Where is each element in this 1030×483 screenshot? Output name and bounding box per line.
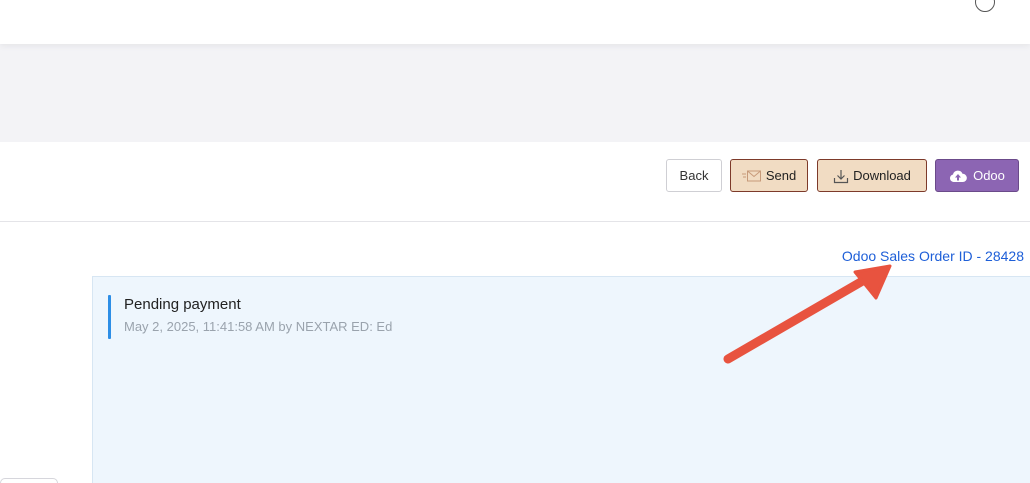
send-button-label: Send bbox=[765, 168, 797, 183]
odoo-button[interactable]: Odoo bbox=[935, 159, 1019, 192]
odoo-button-label: Odoo bbox=[973, 168, 1005, 183]
back-button[interactable]: Back bbox=[666, 159, 722, 192]
download-button-label: Download bbox=[853, 168, 911, 183]
download-icon bbox=[833, 168, 849, 184]
activity-meta: May 2, 2025, 11:41:58 AM by NEXTAR ED: E… bbox=[124, 319, 393, 334]
cloud-upload-icon bbox=[949, 169, 967, 183]
activity-panel: Pending payment May 2, 2025, 11:41:58 AM… bbox=[92, 276, 1030, 483]
odoo-sales-order-link[interactable]: Odoo Sales Order ID - 28428 bbox=[842, 248, 1024, 264]
help-icon[interactable] bbox=[975, 0, 995, 12]
activity-status-bar bbox=[108, 295, 111, 339]
send-button[interactable]: Send bbox=[730, 159, 808, 192]
page: Back Send Download Odoo Odoo Sales Order… bbox=[0, 0, 1030, 483]
download-button[interactable]: Download bbox=[817, 159, 927, 192]
top-bar bbox=[0, 0, 1030, 44]
envelope-icon bbox=[741, 170, 762, 182]
action-toolbar: Back Send Download Odoo bbox=[0, 142, 1030, 222]
back-button-label: Back bbox=[679, 168, 709, 183]
activity-title: Pending payment bbox=[124, 296, 241, 313]
header-band bbox=[0, 44, 1030, 142]
partial-input-field bbox=[0, 478, 58, 483]
